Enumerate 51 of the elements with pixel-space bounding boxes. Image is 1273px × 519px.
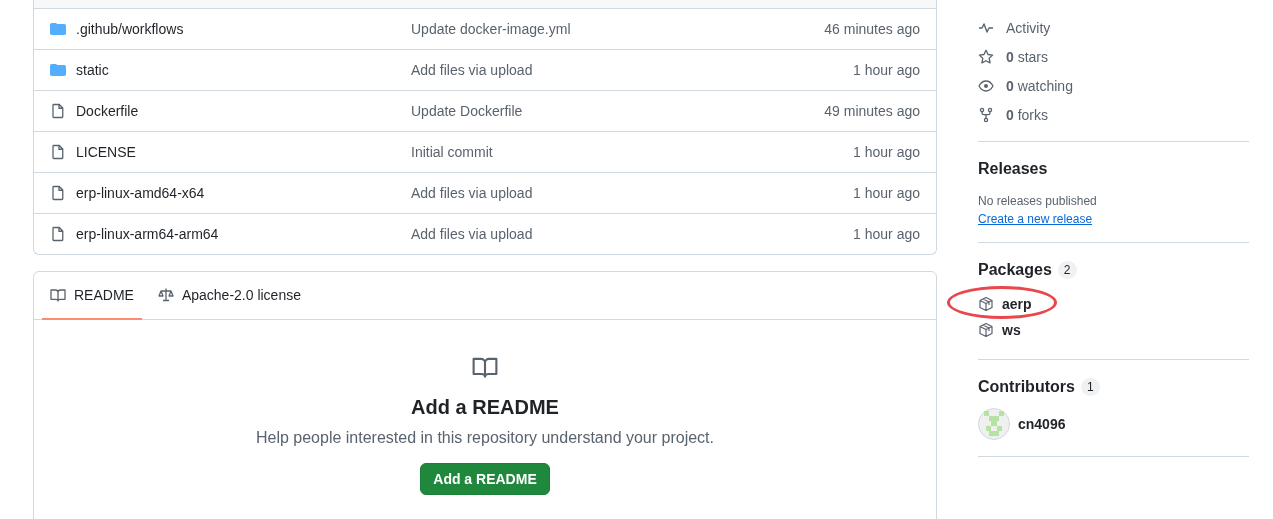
folder-link[interactable]: .github/workflows [76, 21, 184, 37]
commit-time: 1 hour ago [853, 144, 920, 160]
file-icon [50, 144, 66, 160]
file-icon [50, 103, 66, 119]
sidebar-link[interactable]: Activity [1006, 19, 1051, 36]
sidebar-link[interactable]: 0 forks [1006, 106, 1049, 123]
commit-time: 1 hour ago [853, 62, 920, 78]
file-link[interactable]: Dockerfile [76, 103, 139, 119]
fork-icon [978, 106, 994, 123]
folder-link[interactable]: static [76, 62, 109, 78]
package-link[interactable]: aerp [1002, 296, 1032, 312]
star-icon [978, 48, 994, 65]
contributor-link[interactable]: cn4096 [1018, 416, 1066, 432]
scales-icon [157, 287, 174, 303]
section-heading: Contributors [978, 378, 1075, 396]
folder-icon [50, 62, 66, 78]
empty-state-heading: Add a README [411, 396, 559, 419]
package-link[interactable]: ws [1002, 322, 1021, 338]
commit-time: 1 hour ago [853, 185, 920, 201]
section-heading: Releases [978, 160, 1048, 178]
package-icon [978, 296, 994, 312]
commit-message-link[interactable]: Update docker-image.yml [411, 21, 825, 37]
count-badge: 1 [1080, 378, 1100, 396]
commit-message-link[interactable]: Add files via upload [411, 185, 854, 201]
sidebar-link[interactable]: 0 watching [1006, 77, 1073, 94]
add-readme-button[interactable]: Add a README [420, 463, 550, 495]
readme-tab[interactable]: Apache-2.0 license [149, 272, 309, 320]
package-icon [978, 322, 994, 338]
readme-tab[interactable]: README [42, 272, 142, 320]
commit-message-link[interactable]: Update Dockerfile [411, 103, 825, 119]
commit-time: 49 minutes ago [824, 103, 920, 119]
section-heading: Packages [978, 261, 1052, 279]
commit-message-link[interactable]: Add files via upload [411, 226, 854, 242]
empty-state-text: Help people interested in this repository understand your project. [255, 429, 714, 447]
book-icon [50, 287, 66, 303]
empty-note: No releases published [978, 194, 1098, 208]
file-link[interactable]: erp-linux-amd64-x64 [76, 185, 205, 201]
avatar-icon[interactable] [978, 408, 1010, 440]
file-icon [50, 226, 66, 242]
commit-message-link[interactable]: Add files via upload [411, 62, 854, 78]
sidebar-link[interactable]: 0 stars [1006, 48, 1049, 65]
commit-message-link[interactable]: Initial commit [411, 144, 854, 160]
eye-icon [978, 77, 994, 94]
file-link[interactable]: LICENSE [76, 144, 136, 160]
file-icon [50, 185, 66, 201]
folder-icon [50, 21, 66, 37]
commit-time: 46 minutes ago [824, 21, 920, 37]
commit-time: 1 hour ago [853, 226, 920, 242]
file-link[interactable]: erp-linux-arm64-arm64 [76, 226, 219, 242]
count-badge: 2 [1057, 261, 1077, 279]
create-release-link[interactable]: Create a new release [978, 212, 1093, 226]
